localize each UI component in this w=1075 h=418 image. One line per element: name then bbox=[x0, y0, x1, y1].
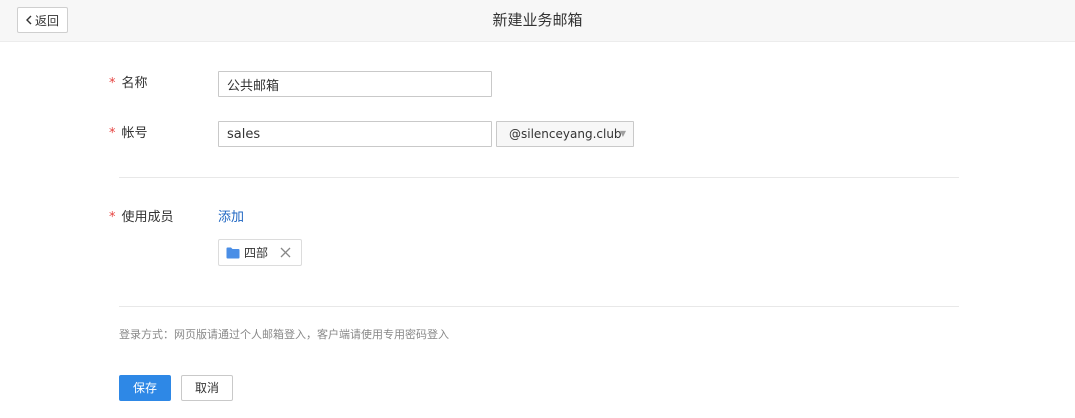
name-label-text: 名称 bbox=[121, 76, 148, 91]
account-label-text: 帐号 bbox=[121, 126, 148, 141]
required-mark: * bbox=[109, 210, 116, 225]
close-icon[interactable] bbox=[280, 247, 291, 258]
folder-icon bbox=[226, 247, 240, 258]
account-label: * 帐号 bbox=[109, 124, 148, 144]
domain-select-value: @silenceyang.club bbox=[509, 127, 622, 141]
required-mark: * bbox=[109, 126, 116, 141]
member-tag: 四部 bbox=[218, 239, 302, 266]
caret-down-icon: ▼ bbox=[619, 129, 626, 138]
cancel-button[interactable]: 取消 bbox=[181, 375, 233, 401]
domain-select[interactable]: @silenceyang.club ▼ bbox=[496, 121, 634, 147]
members-label: * 使用成员 bbox=[109, 208, 174, 228]
chevron-left-icon bbox=[25, 15, 32, 25]
save-button[interactable]: 保存 bbox=[119, 375, 171, 401]
name-input[interactable] bbox=[218, 71, 492, 97]
account-input[interactable] bbox=[218, 121, 492, 147]
header-bar: 新建业务邮箱 返回 bbox=[0, 0, 1075, 42]
page-title: 新建业务邮箱 bbox=[492, 11, 583, 29]
member-tag-label: 四部 bbox=[244, 246, 269, 260]
back-button[interactable]: 返回 bbox=[17, 7, 68, 33]
required-mark: * bbox=[109, 76, 116, 91]
section-divider bbox=[119, 177, 959, 178]
login-hint: 登录方式：网页版请通过个人邮箱登入，客户端请使用专用密码登入 bbox=[119, 328, 449, 341]
members-label-text: 使用成员 bbox=[121, 210, 174, 225]
back-button-label: 返回 bbox=[34, 13, 59, 28]
add-member-link[interactable]: 添加 bbox=[218, 208, 244, 228]
name-label: * 名称 bbox=[109, 74, 148, 94]
section-divider bbox=[119, 306, 959, 307]
